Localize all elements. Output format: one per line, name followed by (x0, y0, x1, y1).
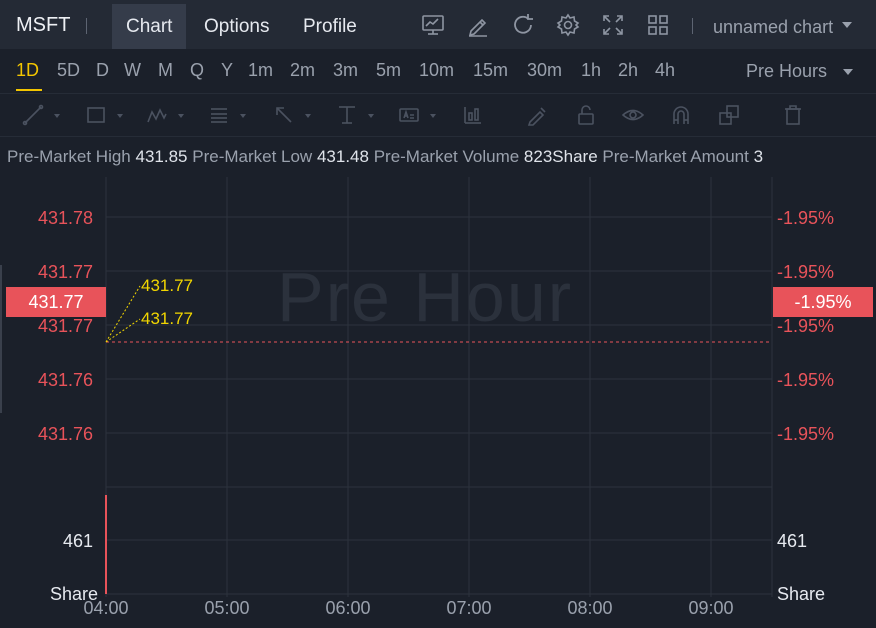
low-callout-connector (105, 318, 141, 343)
tab-chart[interactable]: Chart (112, 4, 187, 49)
interval-30m[interactable]: 30m (527, 60, 562, 81)
ticker-symbol[interactable]: MSFT (16, 14, 70, 37)
interval-3m[interactable]: 3m (333, 60, 358, 81)
time-tick-label: 08:00 (567, 598, 613, 618)
separator (86, 18, 87, 34)
separator (692, 18, 693, 34)
low-label: Pre-Market Low (192, 147, 313, 166)
interval-bar: 1D 5D D W M Q Y 1m 2m 3m 5m 10m 15m 30m … (0, 49, 876, 93)
interval-2m[interactable]: 2m (290, 60, 315, 81)
fullscreen-icon[interactable] (600, 12, 626, 38)
pre-market-summary: Pre-Market High 431.85 Pre-Market Low 43… (7, 147, 763, 167)
chevron-down-icon[interactable] (842, 22, 852, 28)
volume-label: Pre-Market Volume (373, 147, 520, 166)
pct-tick-label: -1.95% (777, 316, 835, 336)
drawing-toolbar (0, 93, 876, 137)
eye-icon[interactable] (621, 104, 645, 128)
high-callout-label: 431.77 (141, 276, 193, 295)
interval-1h[interactable]: 1h (581, 60, 601, 81)
price-tick-label: 431.77 (38, 316, 94, 336)
interval-4h[interactable]: 4h (655, 60, 675, 81)
amount-value: 3 (753, 147, 764, 166)
price-tick-label: 431.76 (38, 424, 94, 444)
time-tick-label: 07:00 (446, 598, 492, 618)
interval-q[interactable]: Q (190, 60, 204, 81)
volume-tick-label: 461 (63, 531, 94, 551)
magnet-icon[interactable] (670, 104, 692, 128)
refresh-icon[interactable] (510, 12, 536, 38)
session-dropdown[interactable]: Pre Hours (746, 61, 827, 82)
interval-m[interactable]: M (158, 60, 173, 81)
tab-profile[interactable]: Profile (289, 4, 371, 49)
tab-options[interactable]: Options (190, 4, 283, 49)
brush-icon[interactable] (526, 104, 548, 128)
pct-tick-label: -1.95% (777, 424, 835, 444)
high-label: Pre-Market High (7, 147, 131, 166)
layers-icon[interactable] (718, 104, 740, 128)
interval-d[interactable]: D (96, 60, 109, 81)
trend-line-icon[interactable] (22, 104, 60, 128)
pct-tick-label: -1.95% (777, 370, 835, 390)
indicator-chart-icon[interactable] (420, 12, 446, 38)
top-bar: MSFT Chart Options Profile unnamed chart (0, 0, 876, 49)
low-callout-label: 431.77 (141, 309, 193, 328)
draw-pen-icon[interactable] (465, 12, 491, 38)
interval-5m[interactable]: 5m (376, 60, 401, 81)
high-value: 431.85 (135, 147, 188, 166)
interval-2h[interactable]: 2h (618, 60, 638, 81)
rectangle-icon[interactable] (85, 104, 123, 128)
layout-grid-icon[interactable] (645, 12, 671, 38)
interval-y[interactable]: Y (221, 60, 233, 81)
chart-name-dropdown[interactable]: unnamed chart (713, 17, 833, 38)
trash-icon[interactable] (782, 104, 804, 128)
amount-label: Pre-Market Amount (602, 147, 749, 166)
interval-1m[interactable]: 1m (248, 60, 273, 81)
pattern-icon[interactable] (146, 104, 184, 128)
volume-unit-label: Share (777, 584, 826, 604)
arrow-icon[interactable] (273, 104, 311, 128)
time-tick-label: 06:00 (325, 598, 371, 618)
volume-value: 823Share (523, 147, 598, 166)
price-tick-label: 431.77 (38, 262, 94, 282)
annotation-icon[interactable] (398, 104, 436, 128)
active-interval-indicator (16, 89, 42, 91)
fibonacci-icon[interactable] (208, 104, 246, 128)
pct-tick-label: -1.95% (777, 208, 835, 228)
volume-tick-label: 461 (777, 531, 808, 551)
interval-5d[interactable]: 5D (57, 60, 80, 81)
time-tick-label: 05:00 (204, 598, 250, 618)
settings-gear-icon[interactable] (555, 12, 581, 38)
pct-tick-label: -1.95% (777, 262, 835, 282)
interval-1d[interactable]: 1D (16, 60, 39, 81)
price-chart[interactable]: Pre Hour 431.78 431.77 431.77 431.76 431… (0, 177, 876, 628)
lock-icon[interactable] (575, 104, 597, 128)
current-pct-label: -1.95% (773, 287, 873, 317)
volume-bar (105, 495, 107, 594)
interval-10m[interactable]: 10m (419, 60, 454, 81)
price-tick-label: 431.78 (38, 208, 94, 228)
signal-icon[interactable] (462, 104, 484, 128)
high-callout-connector (105, 285, 141, 343)
time-tick-label: 04:00 (83, 598, 129, 618)
text-marker-icon[interactable] (336, 104, 374, 128)
time-tick-label: 09:00 (688, 598, 734, 618)
price-tick-label: 431.76 (38, 370, 94, 390)
interval-w[interactable]: W (124, 60, 141, 81)
chevron-down-icon[interactable] (843, 69, 853, 75)
current-price-label: 431.77 (6, 287, 106, 317)
low-value: 431.48 (316, 147, 369, 166)
chart-canvas[interactable] (0, 177, 876, 628)
interval-15m[interactable]: 15m (473, 60, 508, 81)
